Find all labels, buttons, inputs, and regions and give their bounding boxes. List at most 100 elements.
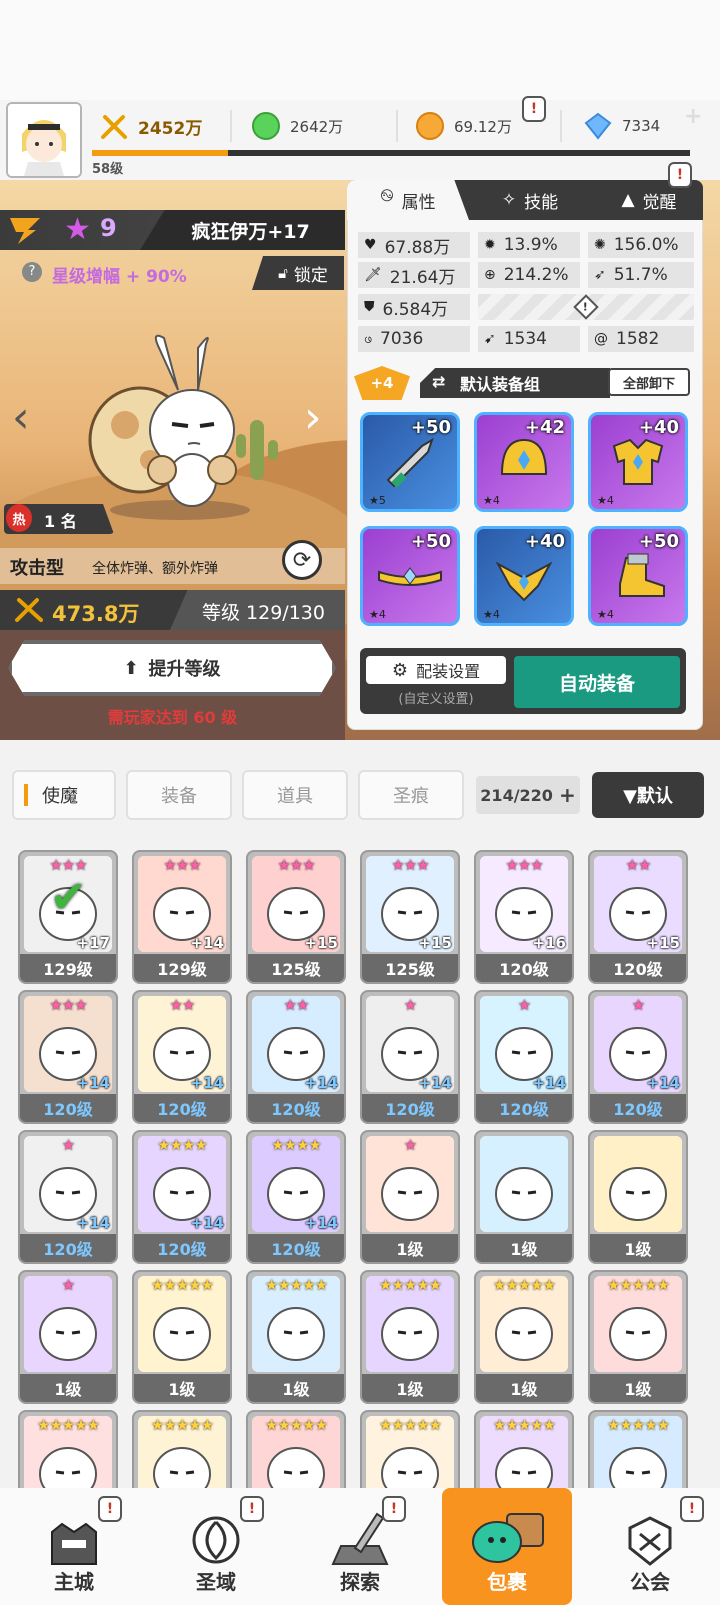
gem-resource[interactable]: 7334 — [582, 104, 660, 148]
tab-label: 觉醒 — [642, 192, 677, 213]
familiar-plus: +14 — [532, 1074, 566, 1092]
familiar-plus: +14 — [190, 934, 224, 952]
familiar-card[interactable]: ★★★★ +14 120级 — [246, 1130, 346, 1264]
familiar-stars: ★★ — [169, 996, 196, 1014]
equip-set-selector[interactable]: ⇄ 默认装备组 — [420, 368, 610, 398]
add-gem-icon[interactable]: + — [684, 104, 702, 129]
crosshair-icon: ⊕ — [484, 267, 496, 283]
familiar-card[interactable]: ★ +14 120级 — [588, 990, 688, 1124]
tab-skills[interactable]: ✧ 技能 — [475, 180, 585, 220]
nav-main-city[interactable]: 主城 — [4, 1488, 144, 1605]
equip-slot-belt[interactable]: +50 ★4 — [360, 526, 460, 626]
awaken-alert-icon[interactable]: ! — [668, 162, 692, 188]
tab-label: 使魔 — [42, 786, 78, 807]
tab-attributes[interactable]: ࿊ 属性 — [347, 180, 469, 220]
stat-defense: ⛊ 6.584万 — [358, 294, 470, 320]
lock-button[interactable]: 🔓︎ 锁定 — [252, 256, 344, 290]
auto-equip-button[interactable]: 自动装备 — [514, 656, 680, 708]
familiar-plus: +14 — [304, 1074, 338, 1092]
nav-alert-icon: ! — [98, 1496, 122, 1522]
familiar-card[interactable]: ★★★ +15 125级 — [360, 850, 460, 984]
active-marker — [24, 784, 28, 806]
tab-familiars[interactable]: 使魔 — [12, 770, 116, 820]
tab-equipment[interactable]: 装备 — [126, 770, 232, 820]
config-settings-button[interactable]: ⚙ 配装设置 — [366, 656, 506, 684]
familiar-card[interactable]: ★★★ +15 125级 — [246, 850, 346, 984]
unequip-all-button[interactable]: 全部卸下 — [608, 368, 690, 396]
familiar-card[interactable]: ★★★★ +14 120级 — [132, 1130, 232, 1264]
equip-slot-necklace[interactable]: +40 ★4 — [474, 526, 574, 626]
familiar-card[interactable]: ★★★★★ 1级 — [588, 1270, 688, 1404]
help-icon[interactable]: ? — [22, 262, 42, 282]
necklace-icon — [495, 561, 553, 602]
familiar-level: 1级 — [248, 1374, 344, 1402]
familiar-card[interactable]: ★ 1级 — [18, 1270, 118, 1404]
familiar-card[interactable]: ★ +14 120级 — [360, 990, 460, 1124]
gold-resource[interactable]: 69.12万 — [414, 104, 512, 148]
familiar-card[interactable]: ★★ +14 120级 — [132, 990, 232, 1124]
swap-icon: ⇄ — [432, 372, 446, 391]
familiar-card[interactable]: 1级 — [588, 1130, 688, 1264]
familiar-card[interactable]: ★★★★★ 1级 — [132, 1270, 232, 1404]
familiar-card[interactable]: ★ 1级 — [360, 1130, 460, 1264]
nav-explore[interactable]: 探索 — [290, 1488, 430, 1605]
tab-stigmata[interactable]: 圣痕 — [358, 770, 464, 820]
familiar-stars: ★★★ — [277, 856, 315, 874]
tab-items[interactable]: 道具 — [242, 770, 348, 820]
familiar-card[interactable]: ★★★★★ 1级 — [360, 1270, 460, 1404]
familiar-image — [480, 1136, 568, 1232]
familiar-stars: ★★ — [625, 856, 652, 874]
stat-value: 7036 — [380, 329, 424, 349]
capacity-button[interactable]: 214/220 + — [476, 776, 580, 814]
familiar-card[interactable]: ★★★ +14 120级 — [18, 990, 118, 1124]
familiar-stars: ★ — [403, 996, 417, 1014]
green-resource: 2642万 — [250, 104, 343, 148]
familiar-card[interactable]: ★★★ +14 129级 — [132, 850, 232, 984]
equip-slot-weapon[interactable]: +50 ★5 — [360, 412, 460, 512]
familiar-card[interactable]: ★★★ +16 120级 — [474, 850, 574, 984]
familiar-card[interactable]: ★ +14 120级 — [474, 990, 574, 1124]
player-level: 58级 — [92, 162, 124, 177]
player-avatar[interactable] — [6, 102, 82, 178]
familiar-card[interactable]: ★★★ +17 129级 ✔ — [18, 850, 118, 984]
upgrade-requirement: 需玩家达到 60 级 — [107, 708, 238, 727]
familiar-card[interactable]: ★★★★★ 1级 — [246, 1270, 346, 1404]
familiar-card[interactable]: ★★ +14 120级 — [246, 990, 346, 1124]
familiar-plus: +17 — [76, 934, 110, 952]
familiar-card[interactable]: 1级 — [474, 1130, 574, 1264]
nav-bag[interactable]: 包裹 — [442, 1488, 572, 1605]
next-hero-arrow-icon[interactable]: › — [304, 392, 322, 443]
equip-slot-boots[interactable]: +50 ★4 — [588, 526, 688, 626]
familiar-level: 125级 — [248, 954, 344, 982]
equip-stars: ★4 — [597, 494, 614, 507]
prev-hero-arrow-icon[interactable]: ‹ — [12, 392, 30, 443]
hero-star-count: 9 — [100, 214, 117, 242]
switch-view-icon[interactable]: ⟳ — [282, 540, 322, 580]
familiar-level: 120级 — [20, 1094, 116, 1122]
hero-type: 攻击型 — [10, 558, 64, 579]
equip-slot-armor[interactable]: +40 ★4 — [588, 412, 688, 512]
equip-slot-helmet[interactable]: +42 ★4 — [474, 412, 574, 512]
cactus-decoration — [236, 420, 278, 480]
stat-hp: ♥ 67.88万 — [358, 232, 470, 258]
equip-plus: +40 — [638, 417, 679, 438]
stat-crit: ✹ 13.9% — [478, 232, 580, 258]
familiar-level: 1级 — [362, 1234, 458, 1262]
familiar-plus: +14 — [190, 1214, 224, 1232]
familiar-stars: ★ — [403, 1136, 417, 1154]
crossed-swords-icon — [14, 597, 44, 627]
nav-sanctuary[interactable]: 圣域 — [146, 1488, 286, 1605]
locked-stat-slot: ! — [478, 294, 694, 320]
familiar-stars: ★★★★★ — [492, 1416, 556, 1434]
familiar-plus: +14 — [646, 1074, 680, 1092]
familiar-grid: ★★★ +17 129级 ✔ ★★★ +14 129级 ★★★ +15 125级 ★★★ +15 125… — [0, 840, 720, 1544]
familiar-card[interactable]: ★★ +15 120级 — [588, 850, 688, 984]
familiar-level: 120级 — [20, 1234, 116, 1262]
upgrade-level-button[interactable]: ⬆ 提升等级 — [8, 640, 336, 696]
stat-crit-damage: ✺ 156.0% — [588, 232, 694, 258]
familiar-card[interactable]: ★ +14 120级 — [18, 1130, 118, 1264]
gold-alert-icon[interactable]: ! — [522, 96, 546, 122]
nav-alert-icon: ! — [240, 1496, 264, 1522]
sort-button[interactable]: ▼默认 — [592, 772, 704, 818]
familiar-card[interactable]: ★★★★★ 1级 — [474, 1270, 574, 1404]
